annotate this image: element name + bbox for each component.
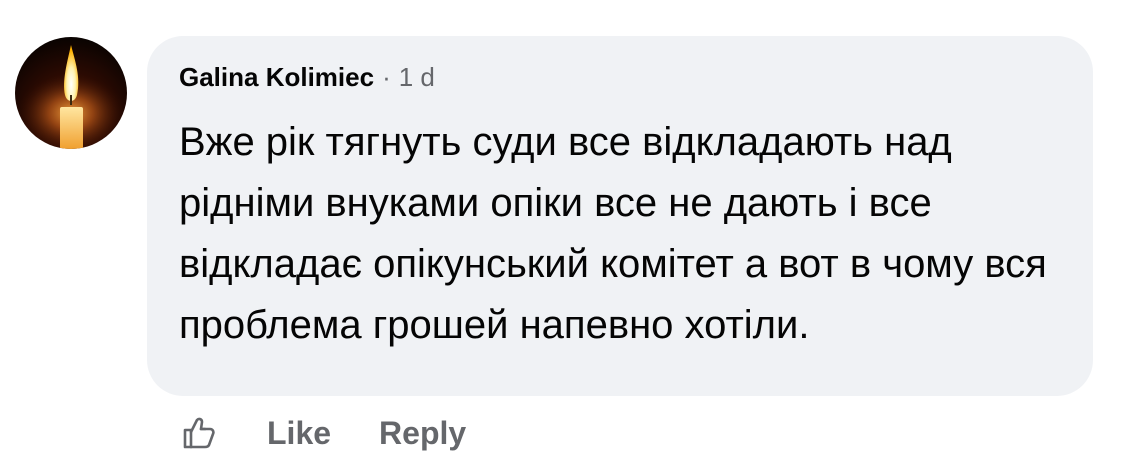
timestamp[interactable]: 1 d [399, 62, 435, 93]
comment-text: Вже рік тягнуть суди все відкладають над… [179, 120, 1047, 347]
reply-button[interactable]: Reply [379, 415, 466, 452]
avatar[interactable] [15, 37, 127, 149]
candle-icon [16, 45, 126, 149]
comment-actions: Like Reply [177, 405, 514, 461]
author-name[interactable]: Galina Kolimiec [179, 62, 374, 93]
comment-bubble: Galina Kolimiec · 1 d Вже рік тягнуть су… [147, 36, 1093, 396]
like-button[interactable]: Like [267, 415, 331, 452]
separator-dot: · [382, 62, 391, 92]
thumbs-up-outline-icon[interactable] [177, 413, 217, 453]
comment-container: Galina Kolimiec · 1 d Вже рік тягнуть су… [0, 0, 1135, 461]
comment-header: Galina Kolimiec · 1 d [179, 62, 1063, 102]
